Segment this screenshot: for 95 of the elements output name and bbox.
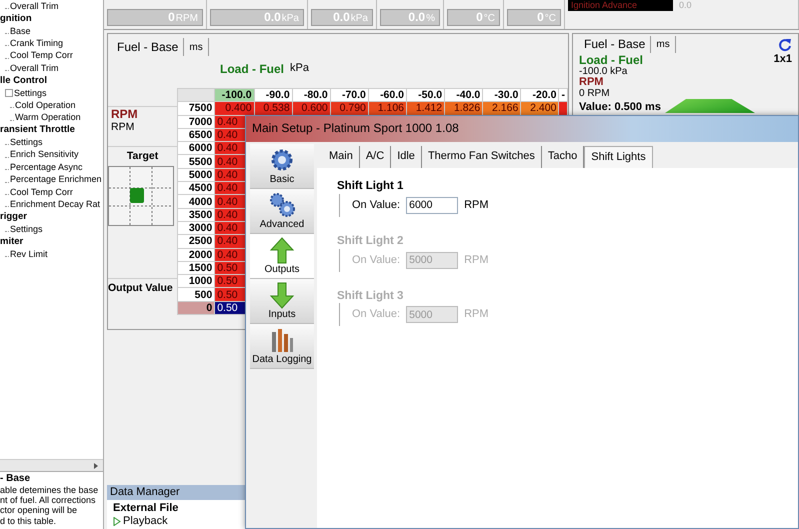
row-header: 500 [178, 288, 215, 302]
unit-label: RPM [464, 254, 489, 267]
tree-item[interactable]: Crank Timing [10, 38, 64, 49]
play-icon [113, 517, 121, 526]
tree-item[interactable]: Settings [14, 88, 47, 98]
panel-tab[interactable]: Fuel - Base [579, 36, 652, 53]
axis-unit: RPM [110, 121, 136, 134]
row-header: 3500 [178, 208, 215, 222]
tree-item[interactable]: ransient Throttle [0, 124, 75, 136]
row-header: 4000 [178, 194, 215, 208]
row-header: 3000 [178, 221, 215, 235]
table-cell: 0.600 [292, 102, 330, 116]
table-cell: 1.106 [368, 102, 406, 116]
panel-tab[interactable]: ms [184, 38, 209, 56]
nav-button[interactable]: Outputs [250, 234, 314, 279]
tree-item[interactable]: Warm Operation [15, 112, 81, 124]
tree-item[interactable]: Enrich Sensitivity [10, 149, 79, 160]
tree-item[interactable]: rigger [0, 211, 27, 223]
section-title: External File [113, 502, 178, 516]
unit-label: RPM [464, 198, 489, 212]
tree-item[interactable]: Cool Temp Corr [10, 50, 73, 62]
tree-item[interactable]: Rev Limit [10, 248, 48, 260]
tree-item[interactable]: Base [10, 26, 31, 36]
number-field[interactable]: 6000 [406, 196, 458, 214]
row-header: 6000 [178, 142, 215, 155]
gauge-value: 0.0 [679, 0, 692, 11]
nav-button[interactable]: Data Logging [250, 324, 314, 369]
column-header: -100.0 [214, 88, 254, 102]
row-header: 0 [178, 301, 215, 315]
table-cell: 2.400 [520, 102, 559, 116]
tree-item[interactable]: Cool Temp Corr [10, 186, 73, 198]
group-title: Shift Light 1 [337, 180, 404, 194]
tree-item[interactable]: Overall Trim [10, 62, 59, 74]
table-cell: 0.400 [214, 102, 254, 116]
tree-item[interactable]: Cold Operation [15, 100, 76, 111]
row-header: 1500 [178, 261, 215, 275]
tree-item[interactable]: Enrichment Decay Rat [10, 199, 100, 210]
panel-tab[interactable]: ms [651, 36, 676, 53]
axis-name: RPM [579, 77, 604, 89]
tree-item[interactable]: Overall Trim [10, 0, 59, 12]
row-header: 7000 [178, 115, 215, 128]
nav-button[interactable]: Inputs [250, 279, 314, 324]
tree-item[interactable]: miter [0, 236, 24, 248]
axis-name: Load - Fuel [579, 54, 643, 67]
tree-item[interactable]: Settings [10, 224, 43, 235]
gauge-label: Ignition Advance [568, 0, 673, 11]
row-header: 4500 [178, 182, 215, 195]
tab[interactable]: Shift Lights [584, 146, 653, 168]
column-header: -80.0 [292, 88, 330, 102]
row-header: 1000 [178, 274, 215, 288]
table-cell: 0.790 [330, 102, 368, 116]
column-header: -90.0 [254, 88, 292, 102]
axis-value: 0 RPM [579, 88, 610, 100]
cell-value: Value: 0.500 ms [579, 102, 661, 114]
refresh-icon[interactable] [778, 38, 792, 52]
tree-item[interactable]: Settings [10, 137, 43, 148]
tree-item[interactable]: Percentage Async [10, 162, 83, 173]
row-header: 5000 [178, 168, 215, 182]
table-cell: 2.166 [482, 102, 521, 116]
up-arrow-icon [268, 236, 296, 264]
field-label: On Value: [352, 198, 400, 212]
row-header: 7500 [178, 102, 215, 116]
table-cell: 1.412 [406, 102, 445, 116]
axis-unit: kPa [290, 62, 309, 76]
nav-button[interactable]: Basic [250, 144, 314, 189]
table-cell: 0.538 [254, 102, 292, 116]
group-title: Shift Light 3 [337, 290, 404, 304]
tree-item[interactable]: Percentage Enrichmen [10, 174, 102, 186]
column-header: -50.0 [406, 88, 445, 102]
description-text: - Base able detemines the base nt of fuel. All corrections ctor opening will be d to this table. [0, 471, 103, 529]
nav-button[interactable]: Advanced [250, 189, 314, 234]
gears-icon [268, 191, 296, 219]
panel-tab[interactable]: Fuel - Base [112, 38, 184, 56]
field-label: On Value: [352, 254, 400, 267]
tree-item[interactable]: lle Control [0, 74, 47, 86]
grid-size: 1x1 [774, 54, 792, 67]
group-title: Shift Light 2 [337, 234, 404, 249]
column-header: -60.0 [368, 88, 406, 102]
axis-value: -100.0 kPa [579, 66, 628, 77]
down-arrow-icon [268, 281, 296, 309]
row-header: 2500 [178, 234, 215, 248]
tree-item[interactable]: gnition [0, 12, 32, 24]
tree-item[interactable]: Playback [113, 515, 168, 529]
field-label: On Value: [352, 308, 400, 322]
column-header: -70.0 [330, 88, 368, 102]
table-cell: 1.826 [444, 102, 483, 116]
unit-label: RPM [464, 308, 489, 322]
dialog-title: Main Setup - Platinum Sport 1000 1.08 [246, 116, 798, 142]
column-header: -40.0 [444, 88, 483, 102]
row-header: 5500 [178, 154, 215, 168]
row-header: 6500 [178, 128, 215, 142]
row-header: 2000 [178, 248, 215, 262]
axis-name: Load - Fuel [220, 62, 284, 76]
column-header: -20.0 [520, 88, 559, 102]
column-header: -30.0 [482, 88, 521, 102]
